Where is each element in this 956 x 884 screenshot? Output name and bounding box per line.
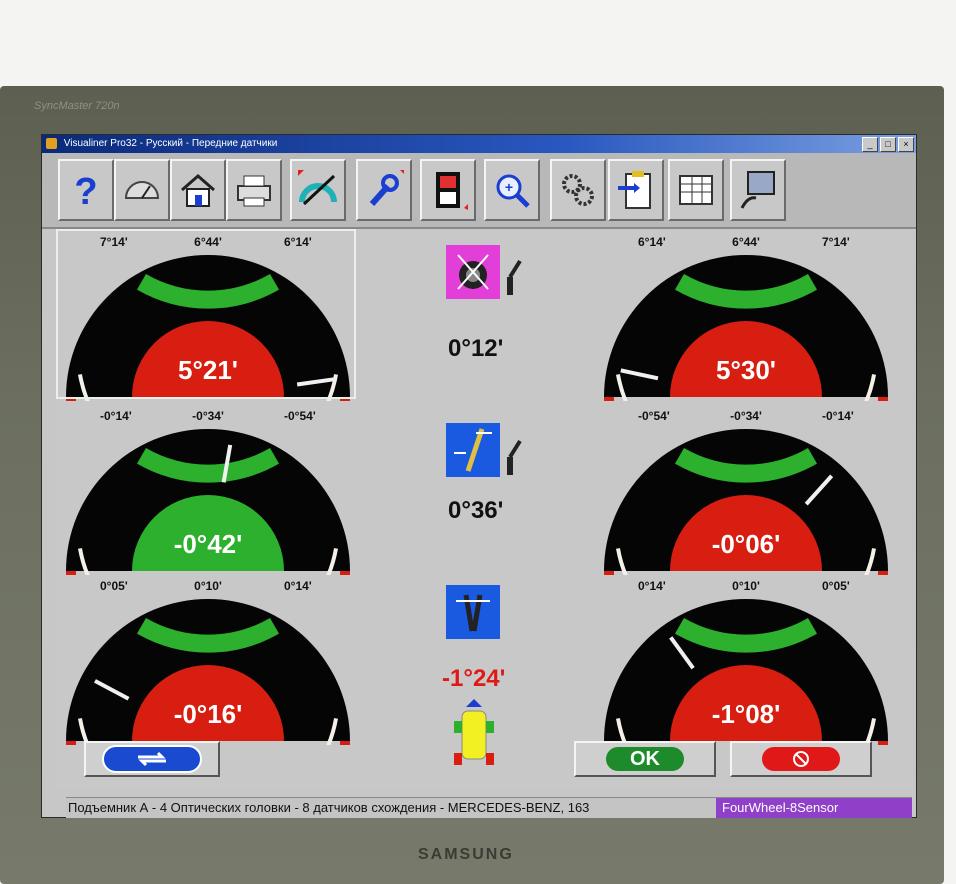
gauge-right-limit: -0°54' (284, 409, 316, 423)
monitor-button[interactable] (730, 159, 786, 221)
gauge-value: 5°30' (716, 355, 776, 385)
speedometer-icon (124, 181, 160, 199)
gauge-value: -0°42' (173, 529, 243, 559)
help-button[interactable]: ? (58, 159, 114, 221)
caster-cross-value: 0°36' (448, 497, 504, 524)
gauge-camber-left[interactable]: 7°14' 6°44' 6°14' 5°21' (56, 229, 358, 401)
film-icon (436, 172, 468, 210)
camber-cross-icon (446, 245, 500, 299)
clipboard-icon (618, 171, 651, 209)
gauge-target: 6°44' (732, 235, 760, 249)
printer-icon (237, 175, 271, 207)
ok-button[interactable]: OK (574, 741, 716, 777)
selection-frame (56, 229, 356, 399)
toolbar: ? + (42, 153, 916, 229)
gauge-target: 0°10' (194, 579, 222, 593)
monitor-model-label: SyncMaster 720n (34, 100, 120, 112)
out-of-range-arc (66, 570, 350, 575)
svg-text:+: + (505, 179, 513, 195)
alignment-panel: 7°14' 6°44' 6°14' 5°21' 6°14' 6°44' 7°14' 5°30'… (56, 229, 912, 789)
close-button[interactable]: × (898, 137, 914, 152)
gauge-value: -1°08' (711, 699, 781, 729)
cancel-button[interactable] (730, 741, 872, 777)
toe-total-icon (446, 585, 500, 639)
app-window: Visualiner Pro32 - Русский - Передние да… (41, 134, 917, 818)
no-entry-icon (762, 747, 840, 771)
total-toe-value: -1°24' (442, 665, 506, 692)
gauge-value: -0°06' (711, 529, 781, 559)
app-icon (46, 138, 57, 149)
out-of-range-arc (604, 396, 888, 401)
gauge-caster-right[interactable]: -0°54' -0°34' -0°14' -0°06' (596, 409, 896, 575)
house-icon (181, 174, 215, 207)
settings-button[interactable] (550, 159, 606, 221)
clipboard-button[interactable] (608, 159, 664, 221)
screen-icon (740, 171, 775, 209)
gauge-right-limit: 7°14' (822, 235, 850, 249)
gauge-right-limit: 0°05' (822, 579, 850, 593)
gauge-toe-left[interactable]: 0°05' 0°10' 0°14' -0°16' (58, 579, 358, 745)
home-button[interactable] (170, 159, 226, 221)
status-bar: Подъемник А - 4 Оптических головки - 8 д… (66, 797, 912, 818)
gauge-right-limit: -0°14' (822, 409, 854, 423)
caster-cross-icon (446, 423, 500, 477)
report-button[interactable] (668, 159, 724, 221)
zoom-button[interactable]: + (484, 159, 540, 221)
window-title: Visualiner Pro32 - Русский - Передние да… (63, 138, 278, 149)
status-text: Подъемник А - 4 Оптических головки - 8 д… (68, 800, 590, 815)
mode-indicator: FourWheel-8Sensor (716, 798, 912, 818)
print-button[interactable] (226, 159, 282, 221)
jack-icon (507, 259, 522, 295)
minimize-button[interactable]: _ (862, 137, 878, 152)
alignment-button[interactable] (290, 159, 346, 221)
gauge-camber-right[interactable]: 6°14' 6°44' 7°14' 5°30' (596, 235, 896, 401)
adjust-button[interactable] (356, 159, 412, 221)
table-icon (679, 175, 713, 205)
gauge-value: -0°16' (173, 699, 243, 729)
out-of-range-arc (604, 570, 888, 575)
car-icon (454, 699, 494, 765)
question-icon: ? (74, 171, 97, 212)
gears-icon (562, 174, 594, 206)
gauge-toe-right[interactable]: 0°14' 0°10' 0°05' -1°08' (596, 579, 896, 745)
gauge-button[interactable] (114, 159, 170, 221)
svg-text:?: ? (74, 171, 97, 212)
wrench-icon (369, 170, 404, 206)
window-titlebar: Visualiner Pro32 - Русский - Передние да… (42, 135, 916, 153)
protractor-icon (298, 170, 337, 206)
maximize-button[interactable]: □ (880, 137, 896, 152)
gauge-right-limit: 0°14' (284, 579, 312, 593)
monitor-logo: SAMSUNG (418, 846, 514, 863)
swap-button[interactable] (84, 741, 220, 777)
ok-label: OK (606, 747, 684, 771)
gauge-target: 0°10' (732, 579, 760, 593)
jack-icon (507, 439, 522, 475)
gauge-caster-left[interactable]: -0°14' -0°34' -0°54' -0°42' (58, 409, 358, 575)
swap-arrows-icon (102, 745, 202, 773)
camber-cross-value: 0°12' (448, 335, 504, 362)
film-button[interactable] (420, 159, 476, 221)
magnifier-icon: + (496, 174, 530, 208)
